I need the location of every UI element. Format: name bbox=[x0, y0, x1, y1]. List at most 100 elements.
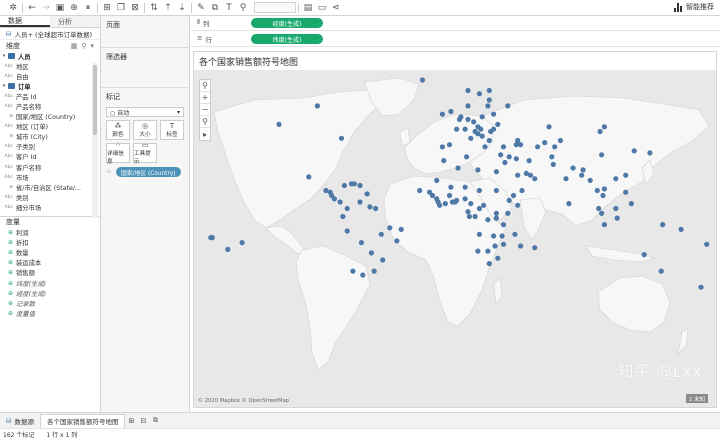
measure-field[interactable]: ⊕ 纬度(生成) bbox=[0, 278, 100, 288]
country-mark[interactable] bbox=[466, 213, 472, 220]
clear-icon[interactable]: ⊠ bbox=[128, 1, 142, 15]
country-mark[interactable] bbox=[340, 213, 346, 220]
tableau-logo-icon[interactable]: ✲ bbox=[6, 1, 20, 15]
country-mark[interactable] bbox=[371, 268, 377, 274]
country-mark[interactable] bbox=[493, 215, 499, 221]
country-mark[interactable] bbox=[485, 217, 491, 223]
country-mark[interactable] bbox=[465, 103, 471, 109]
country-mark[interactable] bbox=[479, 114, 485, 120]
country-mark[interactable] bbox=[505, 103, 511, 109]
scrollbar-thumb[interactable] bbox=[93, 65, 97, 135]
dimension-field[interactable]: ⊕ 国家/地区 (Country) bbox=[0, 112, 100, 122]
dimension-field[interactable]: ⊕ 城市 (City) bbox=[0, 132, 100, 142]
country-mark[interactable] bbox=[613, 205, 619, 212]
country-mark[interactable] bbox=[331, 196, 337, 202]
country-mark[interactable] bbox=[549, 154, 555, 160]
country-mark[interactable] bbox=[594, 187, 600, 194]
detail-button[interactable]: ⁘ 详细信息 bbox=[106, 141, 130, 165]
country-mark[interactable] bbox=[599, 210, 605, 216]
tooltip-button[interactable]: ▭ 工具提示 bbox=[133, 141, 157, 165]
country-mark[interactable] bbox=[364, 191, 370, 197]
country-mark[interactable] bbox=[566, 201, 572, 207]
label-icon[interactable]: T bbox=[222, 1, 236, 15]
new-story-icon[interactable]: ⧉ bbox=[149, 416, 161, 425]
country-mark[interactable] bbox=[658, 268, 664, 274]
view-icon[interactable]: ▦ bbox=[71, 42, 78, 50]
country-mark[interactable] bbox=[360, 272, 366, 278]
measure-field[interactable]: ⊕ 数量 bbox=[0, 248, 100, 258]
country-mark[interactable] bbox=[465, 209, 471, 215]
country-mark[interactable] bbox=[527, 172, 534, 178]
country-mark[interactable] bbox=[367, 204, 373, 210]
country-mark[interactable] bbox=[542, 140, 548, 146]
country-mark[interactable] bbox=[614, 215, 620, 221]
active-sheet-tab[interactable]: 各个国家销售额符号地图 bbox=[39, 413, 126, 428]
country-mark[interactable] bbox=[357, 182, 363, 189]
label-button[interactable]: T 标签 bbox=[160, 120, 184, 140]
country-mark[interactable] bbox=[579, 172, 585, 178]
dimension-field[interactable]: Abc 市场 bbox=[0, 172, 100, 182]
country-mark[interactable] bbox=[601, 222, 607, 228]
country-mark[interactable] bbox=[678, 226, 684, 232]
measure-field[interactable]: ⊕ 销售额 bbox=[0, 268, 100, 278]
longitude-pill[interactable]: 经度(生成) bbox=[251, 18, 323, 28]
country-mark[interactable] bbox=[623, 189, 629, 195]
save-icon[interactable]: ▣ bbox=[53, 1, 67, 15]
country-mark[interactable] bbox=[476, 91, 482, 97]
country-mark[interactable] bbox=[486, 87, 492, 94]
new-worksheet-icon[interactable]: ⊞ bbox=[125, 417, 137, 425]
dimension-field[interactable]: Abc 客户 Id bbox=[0, 152, 100, 162]
measure-field[interactable]: ⊕ 度量值 bbox=[0, 308, 100, 318]
country-mark[interactable] bbox=[475, 167, 481, 173]
dimension-field[interactable]: Abc 产品 Id bbox=[0, 91, 100, 101]
country-mark[interactable] bbox=[532, 245, 538, 251]
country-mark[interactable] bbox=[580, 167, 586, 173]
presentation-icon[interactable]: ▭ bbox=[315, 1, 329, 15]
country-mark[interactable] bbox=[510, 192, 517, 199]
country-mark[interactable] bbox=[515, 172, 521, 178]
country-mark[interactable] bbox=[462, 196, 468, 202]
country-mark[interactable] bbox=[476, 187, 482, 194]
swap-icon[interactable]: ⇅ bbox=[147, 1, 161, 15]
pages-card[interactable]: 页面 bbox=[101, 16, 189, 48]
country-mark[interactable] bbox=[597, 128, 603, 135]
country-mark[interactable] bbox=[468, 201, 474, 207]
zoom-in-button[interactable]: + bbox=[200, 92, 210, 104]
pin-map-icon[interactable]: ⚲ bbox=[200, 116, 210, 128]
add-datasource-icon[interactable]: ⊕ bbox=[67, 1, 81, 15]
country-mark[interactable] bbox=[454, 126, 460, 132]
sort-asc-icon[interactable]: ⇡ bbox=[161, 1, 175, 15]
country-mark[interactable] bbox=[495, 255, 501, 261]
country-mark[interactable] bbox=[439, 144, 445, 150]
country-mark[interactable] bbox=[486, 137, 492, 144]
country-mark[interactable] bbox=[613, 176, 619, 182]
country-mark[interactable] bbox=[518, 142, 524, 148]
dimension-field[interactable]: Abc 自由 bbox=[0, 71, 100, 81]
country-mark[interactable] bbox=[493, 169, 499, 175]
country-mark[interactable] bbox=[526, 158, 532, 164]
country-mark[interactable] bbox=[448, 184, 454, 190]
play-icon[interactable]: ▸ bbox=[200, 128, 210, 140]
datasource-item[interactable]: ⛁ 人员+ (全球超市订单数据) bbox=[0, 28, 100, 40]
map-attribution[interactable]: © 2020 Mapbox © OpenStreetMap bbox=[198, 398, 289, 404]
pause-updates-icon[interactable]: ⏸ bbox=[81, 1, 95, 15]
country-mark[interactable] bbox=[417, 187, 423, 194]
country-mark[interactable] bbox=[512, 231, 518, 237]
country-mark[interactable] bbox=[498, 152, 504, 158]
country-mark[interactable] bbox=[458, 114, 464, 120]
country-mark[interactable] bbox=[472, 213, 478, 220]
measure-field[interactable]: ⊕ 记录数 bbox=[0, 298, 100, 308]
tab-analysis[interactable]: 分析 bbox=[50, 16, 100, 27]
country-mark[interactable] bbox=[351, 181, 357, 187]
country-mark[interactable] bbox=[486, 97, 492, 103]
country-mark[interactable] bbox=[499, 233, 505, 239]
unknown-badge[interactable]: 2 未知 bbox=[685, 394, 708, 403]
country-mark[interactable] bbox=[357, 199, 363, 205]
country-mark[interactable] bbox=[446, 192, 453, 199]
country-mark[interactable] bbox=[478, 126, 484, 132]
country-mark[interactable] bbox=[350, 268, 356, 274]
country-mark[interactable] bbox=[276, 121, 282, 127]
country-mark[interactable] bbox=[535, 144, 541, 150]
country-mark[interactable] bbox=[601, 186, 607, 192]
country-mark[interactable] bbox=[344, 205, 350, 212]
